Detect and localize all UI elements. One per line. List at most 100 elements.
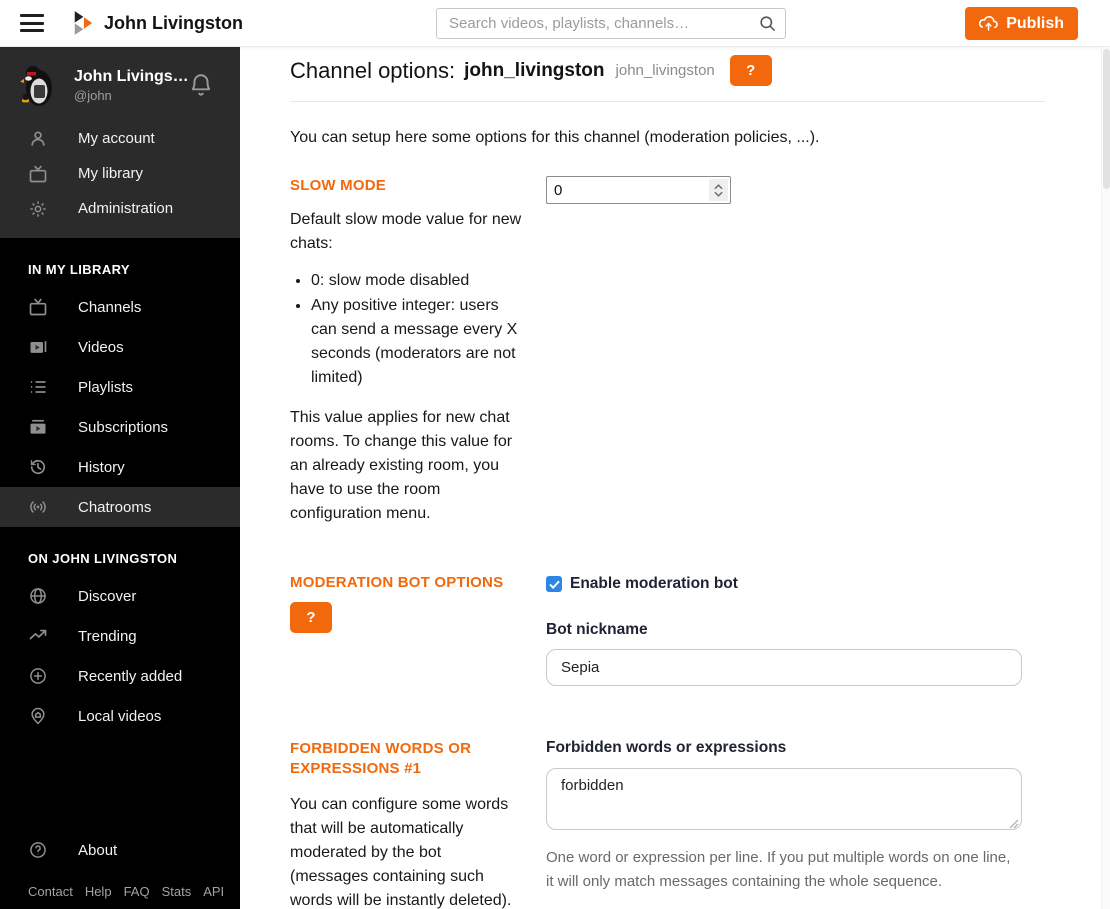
- sidebar-footer: Contact Help FAQ Stats API: [0, 870, 240, 909]
- sidebar-item-subscriptions[interactable]: Subscriptions: [0, 407, 240, 447]
- footer-link-api[interactable]: API: [203, 884, 224, 899]
- scrollbar-track[interactable]: [1101, 47, 1110, 909]
- footer-link-contact[interactable]: Contact: [28, 884, 73, 899]
- sidebar: John Livings… @john My account My librar…: [0, 47, 240, 909]
- slow-mode-row: SLOW MODE Default slow mode value for ne…: [290, 176, 1045, 526]
- forbidden-description: You can configure some words that will b…: [290, 796, 512, 909]
- user-handle: @john: [74, 87, 112, 103]
- forbidden-textarea-wrap: forbidden: [546, 768, 1022, 835]
- home-pin-icon: [31, 707, 45, 725]
- upload-cloud-icon: [979, 15, 999, 31]
- sidebar-item-history[interactable]: History: [0, 447, 240, 487]
- sidebar-item-label: Administration: [78, 200, 174, 217]
- bot-nickname-label: Bot nickname: [546, 621, 648, 638]
- bot-label-column: MODERATION BOT OPTIONS ?: [290, 573, 537, 686]
- page-title-channel: john_livingston: [464, 59, 605, 81]
- bot-help-button[interactable]: ?: [290, 602, 332, 633]
- sidebar-item-label: Trending: [78, 627, 137, 645]
- broadcast-icon: [30, 501, 46, 513]
- search-input[interactable]: [436, 8, 786, 39]
- check-icon: [548, 580, 560, 589]
- channel-options-help-button[interactable]: ?: [729, 55, 772, 86]
- sidebar-item-discover[interactable]: Discover: [0, 576, 240, 616]
- footer-link-stats[interactable]: Stats: [162, 884, 192, 899]
- avatar: [20, 66, 52, 106]
- user-block[interactable]: John Livings… @john: [0, 47, 240, 117]
- bot-section-label: MODERATION BOT OPTIONS: [290, 574, 504, 591]
- chevron-down-icon: [714, 191, 723, 197]
- sidebar-item-channels[interactable]: Channels: [0, 287, 240, 327]
- history-clock-icon: [30, 459, 46, 475]
- notifications-bell-icon[interactable]: [188, 72, 214, 98]
- scrollbar-thumb[interactable]: [1103, 49, 1110, 189]
- videos-icon: [30, 341, 47, 353]
- subscriptions-icon: [30, 419, 46, 434]
- on-instance-section: ON JOHN LIVINGSTON Discover Trending Rec…: [0, 543, 240, 736]
- forbidden-words-row: FORBIDDEN WORDS OR EXPRESSIONS #1 You ca…: [290, 739, 1045, 909]
- peertube-logo-icon[interactable]: [72, 11, 94, 35]
- bot-control-column: Enable moderation bot Bot nickname: [546, 573, 1045, 686]
- instance-title: John Livingston: [104, 12, 243, 33]
- sidebar-item-label: My library: [78, 165, 144, 182]
- sidebar-item-my-account[interactable]: My account: [0, 121, 240, 156]
- footer-link-faq[interactable]: FAQ: [124, 884, 150, 899]
- sidebar-item-recently-added[interactable]: Recently added: [0, 656, 240, 696]
- sidebar-item-my-library[interactable]: My library: [0, 156, 240, 191]
- sidebar-bottom: About Contact Help FAQ Stats API: [0, 830, 240, 909]
- sidebar-item-trending[interactable]: Trending: [0, 616, 240, 656]
- moderation-bot-row: MODERATION BOT OPTIONS ? Enable moderati…: [290, 573, 1045, 686]
- sidebar-item-videos[interactable]: Videos: [0, 327, 240, 367]
- sidebar-item-label: Discover: [78, 587, 137, 605]
- sidebar-item-administration[interactable]: Administration: [0, 191, 240, 226]
- page-title-muted: john_livingston: [615, 62, 715, 79]
- sidebar-item-local-videos[interactable]: Local videos: [0, 696, 240, 736]
- publish-label: Publish: [1006, 14, 1064, 32]
- trending-icon: [29, 629, 47, 640]
- user-display-name: John Livings…: [74, 67, 188, 85]
- chevron-up-icon: [714, 183, 723, 189]
- slow-mode-bullet: 0: slow mode disabled: [311, 269, 523, 293]
- playlist-icon: [30, 381, 46, 393]
- page-title-prefix: Channel options:: [290, 57, 456, 83]
- tv-icon: [29, 298, 47, 316]
- slow-mode-description: Default slow mode value for new chats:: [290, 211, 522, 252]
- sidebar-item-label: Local videos: [78, 707, 162, 725]
- plus-circle-icon: [30, 668, 46, 684]
- slow-mode-section-label: SLOW MODE: [290, 177, 386, 194]
- sidebar-item-about[interactable]: About: [0, 830, 240, 870]
- forbidden-words-textarea[interactable]: forbidden: [546, 768, 1022, 830]
- enable-bot-row: Enable moderation bot: [546, 575, 1045, 593]
- bot-nickname-input[interactable]: [546, 649, 1022, 686]
- search-icon[interactable]: [758, 14, 777, 33]
- slow-mode-label-column: SLOW MODE Default slow mode value for ne…: [290, 176, 537, 526]
- main-content: Channel options: john_livingston john_li…: [240, 0, 1110, 909]
- sidebar-item-label: About: [78, 841, 118, 859]
- section-title: ON JOHN LIVINGSTON: [28, 551, 178, 566]
- slow-mode-note: This value applies for new chat rooms. T…: [290, 409, 513, 522]
- forbidden-label-column: FORBIDDEN WORDS OR EXPRESSIONS #1 You ca…: [290, 739, 537, 909]
- enable-bot-checkbox[interactable]: [546, 576, 562, 592]
- hamburger-menu-icon[interactable]: [20, 14, 44, 32]
- sidebar-item-label: History: [78, 458, 125, 476]
- sidebar-item-label: My account: [78, 130, 155, 147]
- forbidden-section-label: FORBIDDEN WORDS OR EXPRESSIONS #1: [290, 740, 472, 777]
- sidebar-item-label: Channels: [78, 298, 142, 316]
- top-bar: John Livingston Publish: [0, 0, 1110, 47]
- forbidden-help-text: One word or expression per line. If you …: [546, 849, 1011, 890]
- sidebar-item-label: Chatrooms: [78, 498, 152, 516]
- main-menu: My account My library Administration: [0, 117, 240, 238]
- sidebar-item-label: Recently added: [78, 667, 183, 685]
- footer-link-help[interactable]: Help: [85, 884, 112, 899]
- sidebar-item-label: Playlists: [78, 378, 134, 396]
- sidebar-item-label: Subscriptions: [78, 418, 169, 436]
- sidebar-item-chatrooms[interactable]: Chatrooms: [0, 487, 240, 527]
- publish-button[interactable]: Publish: [965, 7, 1078, 40]
- search-box: [436, 8, 786, 39]
- slow-mode-input[interactable]: [546, 176, 731, 204]
- sidebar-item-playlists[interactable]: Playlists: [0, 367, 240, 407]
- intro-text: You can setup here some options for this…: [290, 129, 820, 146]
- number-spinner[interactable]: [709, 179, 728, 201]
- textarea-resize-handle[interactable]: [1009, 819, 1019, 829]
- enable-bot-label[interactable]: Enable moderation bot: [570, 575, 738, 593]
- divider: [290, 101, 1045, 102]
